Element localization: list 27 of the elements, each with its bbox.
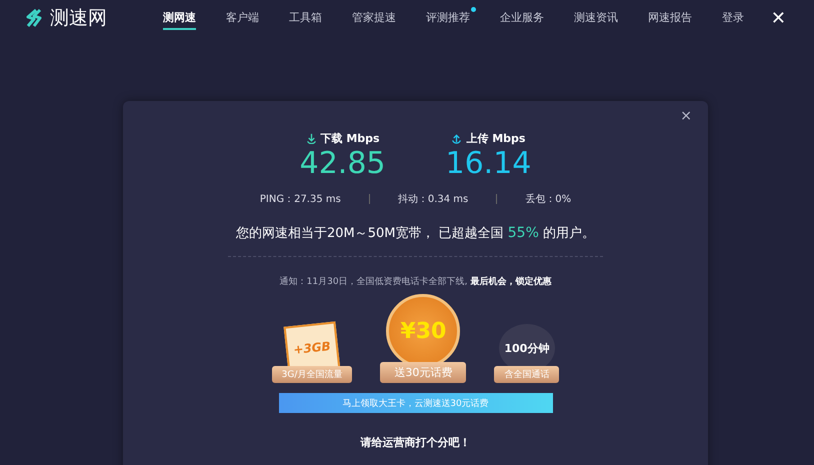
summary-text: 您的网速相当于20M～50M宽带， 已超越全国 55% 的用户。: [236, 224, 596, 242]
speed-label: 上传 Mbps: [466, 131, 526, 146]
nav-tab[interactable]: 客户端: [226, 6, 259, 30]
stat-text: 抖动：0.34 ms: [396, 192, 470, 206]
close-button[interactable]: ×: [674, 107, 698, 125]
speed-value: 42.85: [300, 146, 386, 182]
stat-text: 丢包：0%: [524, 192, 572, 206]
nav-tab[interactable]: 企业服务: [500, 6, 544, 30]
prize-ribbon: 含全国通话: [494, 366, 560, 383]
upload-icon: [451, 133, 462, 144]
nav-tab[interactable]: 管家提速: [352, 6, 396, 30]
nav-tab[interactable]: 工具箱: [288, 6, 322, 30]
nav-tab[interactable]: 网速报告: [648, 6, 692, 30]
rating-prompt: 请给运营商打个分吧！: [360, 435, 470, 450]
nav-tab[interactable]: 登录: [722, 6, 744, 30]
speed-label: 下载 Mbps: [320, 131, 380, 146]
prize-ribbon: 送30元话费: [380, 362, 466, 383]
speed-value: 16.14: [446, 146, 532, 182]
brand-name: 测速网: [50, 6, 107, 31]
stat-text: PING：27.35 ms: [258, 193, 342, 206]
close-button[interactable]: ✕: [766, 8, 790, 28]
download-icon: [306, 133, 317, 144]
nav-tab[interactable]: 测速资讯: [574, 6, 618, 30]
nav-tab[interactable]: 测网速: [162, 6, 196, 30]
notice-text: 通知：11月30日，全国低资费电话卡全部下线, 最后机会，锁定优惠: [280, 275, 552, 288]
prize-ribbon: 3G/月全国流量: [272, 366, 352, 383]
nav-tab[interactable]: 评测推荐: [426, 6, 470, 30]
